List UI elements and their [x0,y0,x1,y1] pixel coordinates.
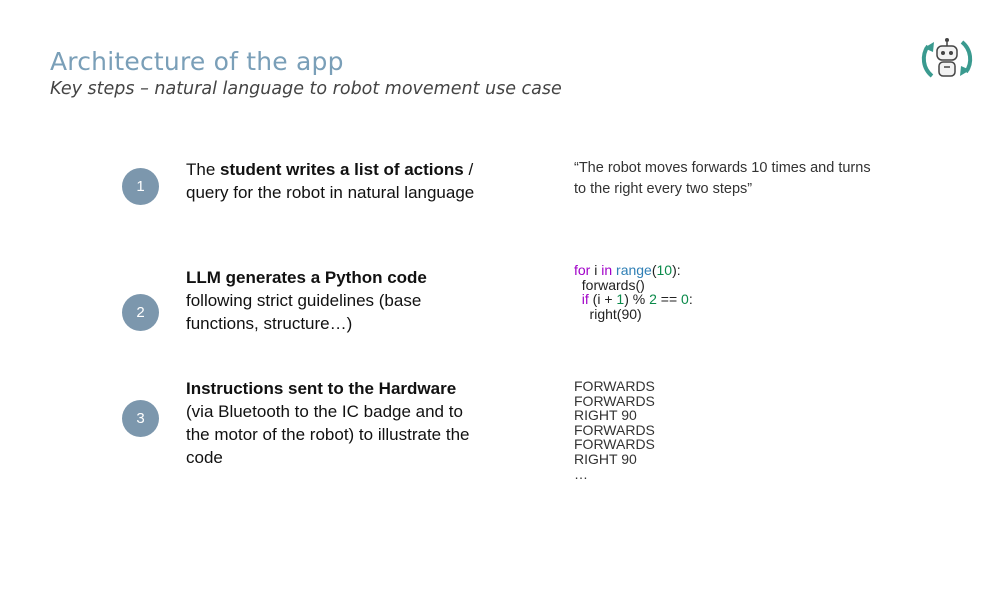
step-2-text: LLM generates a Python code following st… [186,268,427,333]
command-line: FORWARDS [574,436,655,453]
step-1-text: The student writes a list of actions / q… [186,160,475,202]
example-quote: “The robot moves forwards 10 times and t… [574,160,871,197]
slide-title: Architecture of the app [50,47,344,76]
step-2-badge: 2 [122,294,159,331]
command-line: RIGHT 90 [574,407,637,424]
step-3-badge: 3 [122,400,159,437]
code-line-3: if (i + 1) % 2 == 0: [581,291,693,307]
command-line: FORWARDS [574,378,655,394]
command-line: RIGHT 90 [574,450,637,467]
example-commands: FORWARDS FORWARDS RIGHT 90 FORWARDS FORW… [574,379,655,481]
code-line-4: right(90) [574,305,642,322]
code-line-1: for i in range(10): [574,262,681,278]
step-3-text: Instructions sent to the Hardware (via B… [186,379,470,467]
code-line-2: forwards() [574,276,645,293]
command-line: … [574,465,588,482]
example-code: for i in range(10): forwards() if (i + 1… [574,263,693,321]
slide-subtitle: Key steps – natural language to robot mo… [50,79,562,99]
robot-refresh-icon [921,38,973,78]
command-line: FORWARDS [574,421,655,438]
step-1-badge: 1 [122,168,159,205]
command-line: FORWARDS [574,392,655,409]
